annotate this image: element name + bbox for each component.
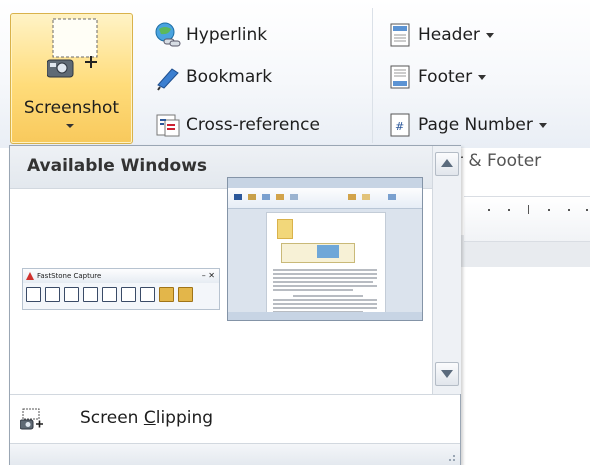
- header-footer-group-label: r & Footer: [456, 151, 542, 171]
- thumbnail-titlebar: FastStone Capture – ✕: [23, 269, 219, 283]
- capture-toolbar: [26, 287, 193, 302]
- footer-button[interactable]: Footer: [386, 62, 487, 92]
- header-button[interactable]: Header: [386, 20, 494, 50]
- thumbnail-ribbon: [228, 188, 422, 209]
- capture-tool-icon: [178, 287, 193, 302]
- capture-tool-icon: [121, 287, 136, 302]
- available-windows-gallery: Available Windows FastStone Capture – ✕: [9, 145, 461, 465]
- page-number-label: Page Number: [418, 115, 533, 135]
- capture-tool-icon: [83, 287, 98, 302]
- screenshot-label: Screenshot: [23, 98, 120, 118]
- window-thumbnail[interactable]: FastStone Capture – ✕: [22, 268, 220, 310]
- thumbnail-titlebar: [228, 178, 422, 188]
- chevron-down-icon[interactable]: [66, 124, 74, 128]
- page-number-icon: #: [386, 111, 414, 139]
- screenshot-button[interactable]: Screenshot: [10, 13, 133, 144]
- gallery-title: Available Windows: [27, 156, 208, 176]
- cross-reference-label: Cross-reference: [186, 115, 320, 135]
- thumbnail-image: [317, 245, 339, 258]
- window-thumbnail[interactable]: [227, 177, 423, 321]
- screen-clipping-label: Screen Clipping: [80, 408, 214, 428]
- screen-clipping-icon: [19, 408, 44, 430]
- cross-reference-button[interactable]: Cross-reference: [154, 110, 320, 140]
- thumbnail-title: FastStone Capture: [37, 272, 102, 280]
- hyperlink-button[interactable]: Hyperlink: [154, 20, 267, 50]
- bookmark-icon: [154, 63, 182, 91]
- screen-clipping-button[interactable]: Screen Clipping: [10, 395, 460, 443]
- screenshot-icon: [46, 16, 105, 80]
- arrow-up-icon: [441, 159, 453, 167]
- capture-tool-icon: [140, 287, 155, 302]
- scroll-up-button[interactable]: [435, 152, 459, 176]
- capture-tool-icon: [102, 287, 117, 302]
- gallery-footer: [10, 443, 460, 465]
- capture-tool-icon: [45, 287, 60, 302]
- arrow-down-icon: [441, 370, 453, 378]
- thumbnail-image: [277, 219, 293, 239]
- chevron-down-icon: [485, 32, 494, 38]
- header-icon: [386, 21, 414, 49]
- capture-tool-icon: [26, 287, 41, 302]
- bookmark-label: Bookmark: [186, 67, 273, 87]
- capture-tool-icon: [159, 287, 174, 302]
- faststone-logo-icon: [26, 272, 34, 280]
- page-number-button[interactable]: # Page Number: [386, 110, 547, 140]
- svg-text:#: #: [395, 120, 404, 133]
- resize-grip-icon[interactable]: [446, 452, 456, 462]
- header-label: Header: [418, 25, 480, 45]
- footer-label: Footer: [418, 67, 473, 87]
- cross-reference-icon: [154, 111, 182, 139]
- hyperlink-label: Hyperlink: [186, 25, 268, 45]
- group-separator: [372, 8, 373, 143]
- scroll-down-button[interactable]: [435, 362, 459, 386]
- thumbnail-statusbar: [228, 312, 422, 320]
- chevron-down-icon: [478, 74, 487, 80]
- hyperlink-icon: [154, 21, 182, 49]
- footer-icon: [386, 63, 414, 91]
- gallery-scrollbar[interactable]: [432, 146, 461, 394]
- chevron-down-icon: [538, 122, 547, 128]
- thumbnail-page: [266, 212, 386, 320]
- capture-tool-icon: [64, 287, 79, 302]
- horizontal-ruler[interactable]: [464, 196, 590, 242]
- bookmark-button[interactable]: Bookmark: [154, 62, 272, 92]
- window-controls: – ✕: [201, 271, 215, 280]
